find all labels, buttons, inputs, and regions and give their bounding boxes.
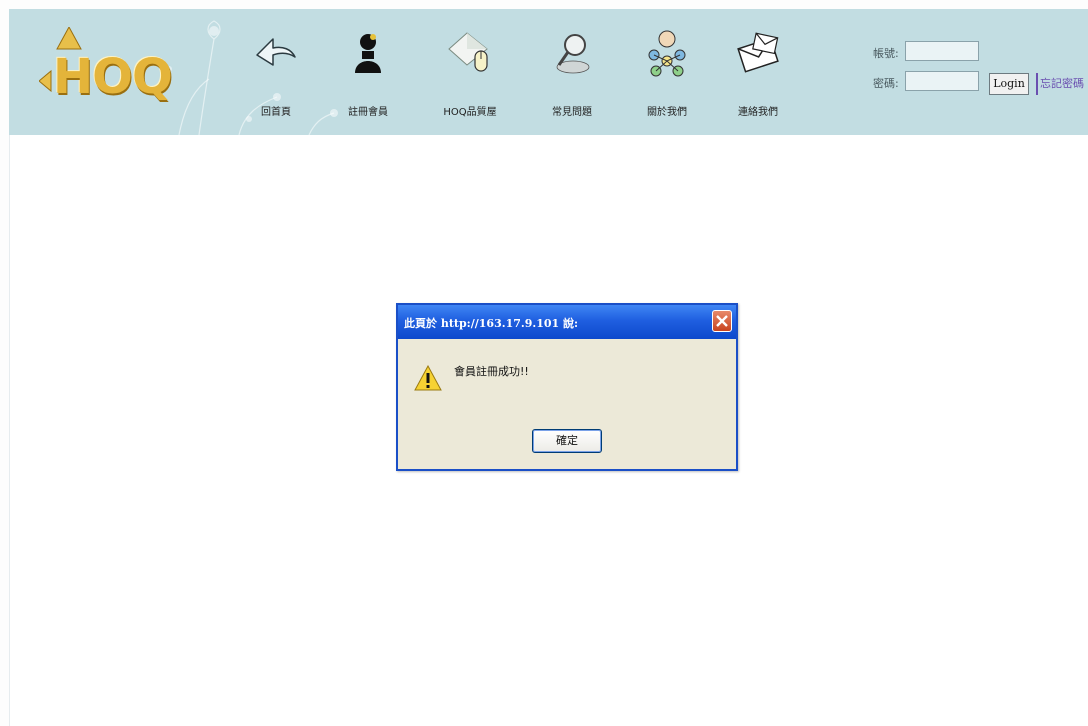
people-network-icon	[648, 30, 686, 77]
dialog-titlebar[interactable]: 此頁於 http://163.17.9.101 說:	[398, 305, 736, 339]
nav-label: 關於我們	[647, 107, 687, 118]
back-arrow-icon	[256, 38, 296, 66]
nav-hoq-house[interactable]: HOQ品質屋	[429, 23, 511, 123]
password-label: 密碼:	[873, 77, 899, 90]
envelope-icon	[737, 32, 779, 73]
magnifier-icon	[556, 34, 590, 74]
login-button[interactable]: Login	[989, 73, 1029, 95]
close-icon	[716, 315, 728, 327]
house-mouse-icon	[448, 32, 488, 72]
nav-label: 常見問題	[552, 107, 592, 118]
nav-register[interactable]: 註冊會員	[327, 23, 409, 123]
nav-label: 連絡我們	[738, 107, 778, 118]
dialog-title: 此頁於 http://163.17.9.101 說:	[404, 317, 579, 330]
hoq-logo[interactable]: HOQ	[39, 27, 179, 123]
alert-dialog: 此頁於 http://163.17.9.101 說: 會員註冊成功!! 確定	[396, 303, 738, 471]
nav-about[interactable]: 關於我們	[626, 23, 708, 123]
member-icon	[355, 34, 381, 73]
dialog-close-button[interactable]	[712, 310, 732, 332]
nav-faq[interactable]: 常見問題	[531, 23, 613, 123]
nav-label: HOQ品質屋	[443, 107, 497, 118]
nav-label: 註冊會員	[348, 107, 388, 118]
nav-home[interactable]: 回首頁	[235, 23, 317, 123]
site-header: HOQ 回首頁 註冊會員 HOQ品質屋 常見問題 關於我們 連絡我們 帳號: 密…	[9, 9, 1088, 135]
warning-icon	[414, 365, 442, 391]
account-input[interactable]	[905, 41, 979, 61]
nav-contact[interactable]: 連絡我們	[717, 23, 799, 123]
nav-label: 回首頁	[261, 107, 291, 118]
ok-button[interactable]: 確定	[532, 429, 602, 453]
account-label: 帳號:	[873, 47, 899, 60]
logo-text: HOQ	[53, 49, 173, 105]
dialog-message: 會員註冊成功!!	[454, 365, 529, 378]
password-input[interactable]	[905, 71, 979, 91]
forgot-password-link[interactable]: 忘記密碼	[1036, 73, 1088, 95]
